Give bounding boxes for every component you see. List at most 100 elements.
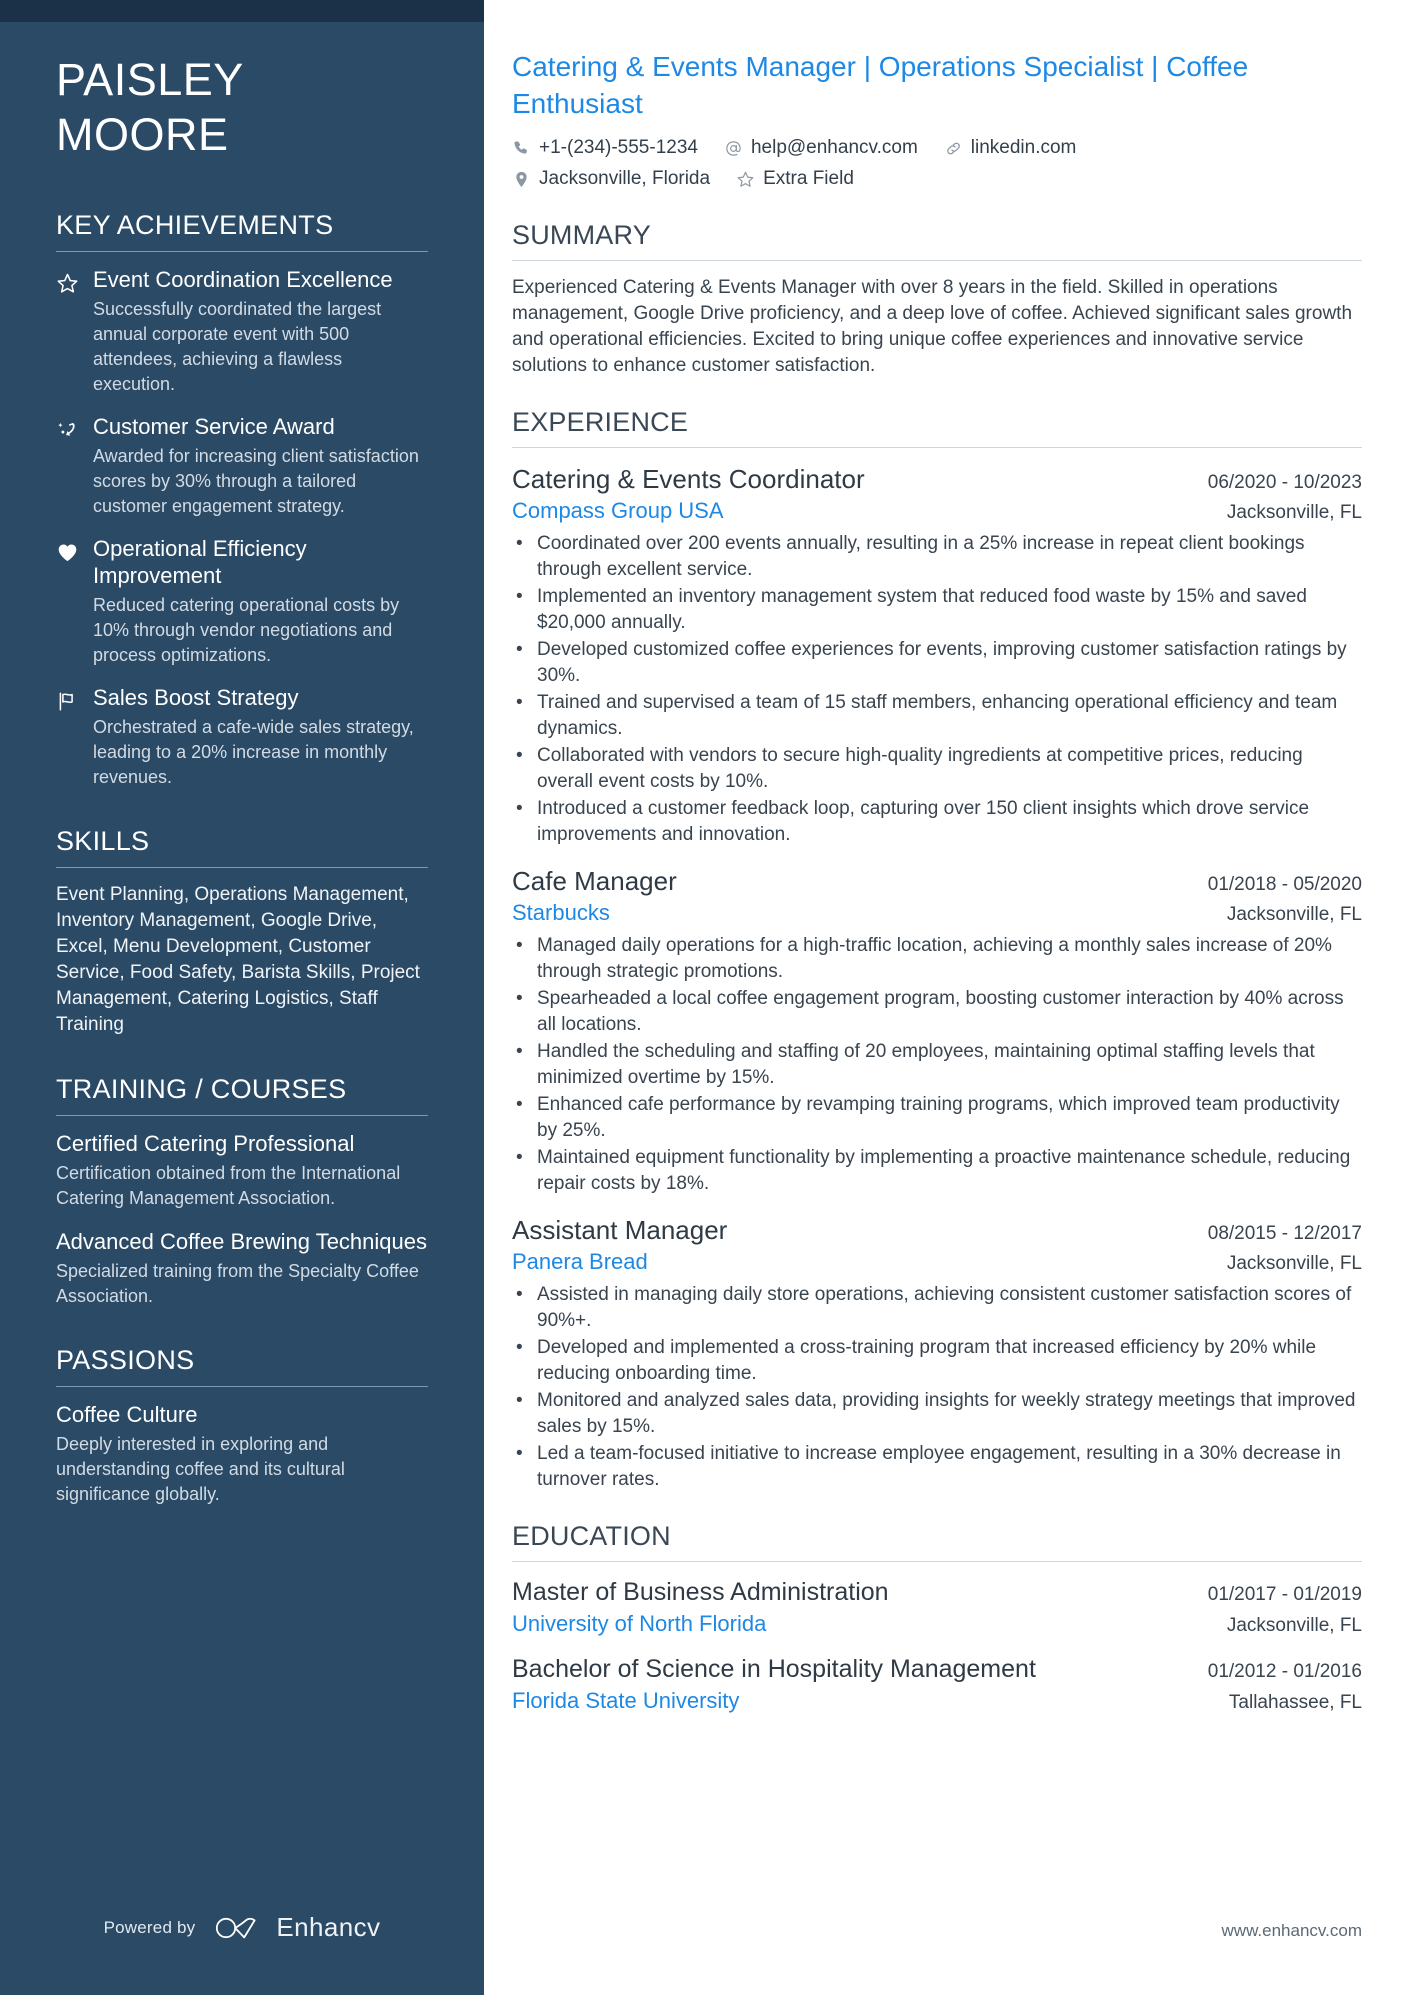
passion-title: Coffee Culture xyxy=(56,1402,198,1427)
job-location: Jacksonville, FL xyxy=(1226,1253,1362,1274)
achievement-item: Operational Efficiency Improvement Reduc… xyxy=(56,535,428,668)
job-dates: 06/2020 - 10/2023 xyxy=(1207,472,1362,493)
bullet-item: • Monitored and analyzed sales data, prov… xyxy=(516,1388,1362,1440)
education-header: Master of Business Administration 01/201… xyxy=(512,1576,1362,1609)
name-first: PAISLEY xyxy=(56,54,244,105)
course-description: Certification obtained from the Internat… xyxy=(56,1163,401,1208)
section-heading: PASSIONS xyxy=(56,1345,195,1375)
education-item: Bachelor of Science in Hospitality Manag… xyxy=(512,1653,1362,1716)
bullet-marker: • xyxy=(516,988,523,1009)
section-heading: TRAINING / COURSES xyxy=(56,1074,347,1104)
degree-title: Master of Business Administration xyxy=(512,1578,889,1606)
achievement-item: Customer Service Award Awarded for incre… xyxy=(56,413,428,519)
experience-item: Catering & Events Coordinator 06/2020 - … xyxy=(512,462,1362,848)
bullet-text: Implemented an inventory management syst… xyxy=(537,586,1307,633)
bullet-marker: • xyxy=(516,935,523,956)
education-header: Bachelor of Science in Hospitality Manag… xyxy=(512,1653,1362,1686)
degree-title: Bachelor of Science in Hospitality Manag… xyxy=(512,1655,1036,1683)
bullet-text: Enhanced cafe performance by revamping t… xyxy=(537,1094,1340,1141)
bullet-text: Monitored and analyzed sales data, provi… xyxy=(537,1390,1356,1437)
magic-wand-icon xyxy=(56,413,80,442)
course-title: Advanced Coffee Brewing Techniques xyxy=(56,1229,427,1254)
divider xyxy=(512,1561,1362,1562)
summary-text: Experienced Catering & Events Manager wi… xyxy=(512,277,1353,376)
powered-by-label: Powered by xyxy=(103,1917,196,1937)
bullet-marker: • xyxy=(516,798,523,819)
achievement-title: Event Coordination Excellence xyxy=(93,267,393,292)
phone-icon xyxy=(512,139,531,158)
bullet-item: • Managed daily operations for a high-tra… xyxy=(516,933,1362,985)
job-bullets: • Coordinated over 200 events annually, r… xyxy=(512,531,1362,848)
contact-phone[interactable]: +1-(234)-555-1234 xyxy=(512,135,698,161)
divider xyxy=(56,867,428,868)
enhancv-logo-icon xyxy=(213,1914,265,1942)
contact-value: linkedin.com xyxy=(970,137,1077,158)
job-title: Assistant Manager xyxy=(512,1215,728,1245)
bullet-marker: • xyxy=(516,1284,523,1305)
passion-description: Deeply interested in exploring and under… xyxy=(56,1434,345,1504)
contact-linkedin[interactable]: linkedin.com xyxy=(944,135,1077,161)
bullet-text: Led a team-focused initiative to increas… xyxy=(537,1443,1341,1490)
course-item: Certified Catering Professional Certific… xyxy=(56,1130,428,1211)
job-subheader: Compass Group USA Jacksonville, FL xyxy=(512,496,1362,526)
course-description: Specialized training from the Specialty … xyxy=(56,1261,419,1306)
bullet-marker: • xyxy=(516,586,523,607)
bullet-text: Spearheaded a local coffee engagement pr… xyxy=(537,988,1344,1035)
section-skills: SKILLS Event Planning, Operations Manage… xyxy=(56,824,428,1038)
job-company[interactable]: Compass Group USA xyxy=(512,496,724,526)
bullet-item: • Collaborated with vendors to secure hig… xyxy=(516,743,1362,795)
job-header: Catering & Events Coordinator 06/2020 - … xyxy=(512,462,1362,496)
contact-value: +1-(234)-555-1234 xyxy=(539,137,698,158)
job-location: Jacksonville, FL xyxy=(1226,904,1362,925)
achievement-title: Operational Efficiency Improvement xyxy=(93,536,307,588)
bullet-marker: • xyxy=(516,533,523,554)
divider xyxy=(56,251,428,252)
skills-list: Event Planning, Operations Management, I… xyxy=(56,884,420,1035)
flag-outline-icon xyxy=(56,684,80,713)
name-last: MOORE xyxy=(56,109,229,160)
bullet-item: • Enhanced cafe performance by revamping … xyxy=(516,1092,1362,1144)
sidebar-top-accent-bar xyxy=(0,0,484,22)
link-icon xyxy=(944,139,963,158)
site-url: www.enhancv.com xyxy=(1221,1921,1362,1940)
bullet-item: • Spearheaded a local coffee engagement p… xyxy=(516,986,1362,1038)
bullet-text: Handled the scheduling and staffing of 2… xyxy=(537,1041,1315,1088)
achievement-description: Reduced catering operational costs by 10… xyxy=(93,595,400,665)
page-title: Catering & Events Manager | Operations S… xyxy=(512,51,1249,119)
bullet-text: Trained and supervised a team of 15 staf… xyxy=(537,692,1338,739)
section-training-courses: TRAINING / COURSES Certified Catering Pr… xyxy=(56,1072,428,1309)
school-name[interactable]: University of North Florida xyxy=(512,1609,766,1639)
bullet-item: • Assisted in managing daily store operat… xyxy=(516,1282,1362,1334)
school-name[interactable]: Florida State University xyxy=(512,1686,739,1716)
bullet-text: Collaborated with vendors to secure high… xyxy=(537,745,1303,792)
contact-extra-field: Extra Field xyxy=(736,166,854,192)
bullet-item: • Implemented an inventory management sys… xyxy=(516,584,1362,636)
bullet-text: Developed and implemented a cross-traini… xyxy=(537,1337,1317,1384)
star-outline-icon xyxy=(736,170,755,189)
contact-email[interactable]: help@enhancv.com xyxy=(724,135,918,161)
star-outline-icon xyxy=(56,266,80,295)
job-subheader: Panera Bread Jacksonville, FL xyxy=(512,1247,1362,1277)
bullet-marker: • xyxy=(516,1337,523,1358)
contact-value: help@enhancv.com xyxy=(750,137,918,158)
section-education: EDUCATION Master of Business Administrat… xyxy=(512,1519,1362,1716)
bullet-item: • Handled the scheduling and staffing of … xyxy=(516,1039,1362,1091)
job-company[interactable]: Starbucks xyxy=(512,898,610,928)
enhancv-brand: Enhancv xyxy=(213,1912,380,1943)
bullet-marker: • xyxy=(516,1041,523,1062)
job-company[interactable]: Panera Bread xyxy=(512,1247,648,1277)
job-dates: 01/2018 - 05/2020 xyxy=(1207,874,1362,895)
education-dates: 01/2017 - 01/2019 xyxy=(1207,1584,1362,1605)
contact-row: +1-(234)-555-1234 help@enhancv.com linke… xyxy=(512,135,1362,161)
bullet-item: • Introduced a customer feedback loop, ca… xyxy=(516,796,1362,848)
contact-info: +1-(234)-555-1234 help@enhancv.com linke… xyxy=(512,135,1362,192)
section-experience: EXPERIENCE Catering & Events Coordinator… xyxy=(512,405,1362,1493)
at-sign-icon xyxy=(724,139,743,158)
contact-location: Jacksonville, Florida xyxy=(512,166,710,192)
experience-item: Cafe Manager 01/2018 - 05/2020 Starbucks… xyxy=(512,864,1362,1197)
section-passions: PASSIONS Coffee Culture Deeply intereste… xyxy=(56,1343,428,1507)
job-header: Assistant Manager 08/2015 - 12/2017 xyxy=(512,1213,1362,1247)
job-title: Cafe Manager xyxy=(512,866,677,896)
education-dates: 01/2012 - 01/2016 xyxy=(1207,1661,1362,1682)
bullet-text: Introduced a customer feedback loop, cap… xyxy=(537,798,1310,845)
